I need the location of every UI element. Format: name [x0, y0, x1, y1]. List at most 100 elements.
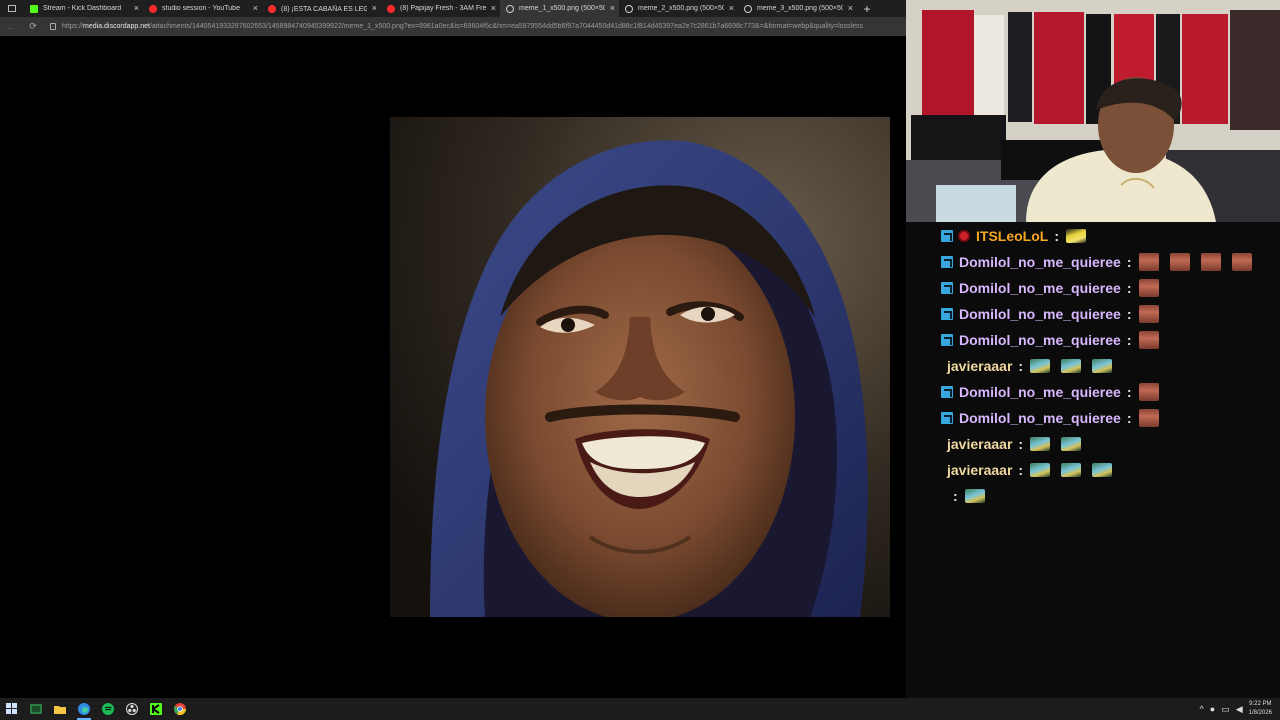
- clock-time: 9:22 PM: [1249, 701, 1272, 707]
- url-text: https://media.discordapp.net/attachments…: [62, 23, 863, 30]
- chat-message: javieraaar:: [944, 434, 1089, 454]
- terminal-app[interactable]: [24, 698, 48, 720]
- verified-badge: [941, 334, 953, 346]
- reload-button[interactable]: ⟳: [22, 21, 44, 32]
- meme-face-illustration: [390, 117, 890, 617]
- chat-message: Domilol_no_me_quieree:: [941, 382, 1167, 402]
- globe-icon: [625, 4, 633, 13]
- face-emote: [1138, 331, 1159, 349]
- chat-message: javieraaar:: [944, 460, 1120, 480]
- chat-username[interactable]: Domilol_no_me_quieree: [959, 280, 1121, 296]
- close-tab-icon[interactable]: ×: [848, 4, 853, 13]
- sleep-emote: [1092, 463, 1113, 477]
- chat-username[interactable]: javieraaar: [947, 358, 1012, 374]
- new-tab-button[interactable]: +: [857, 0, 877, 17]
- edge-browser-icon: [78, 703, 90, 715]
- browser-tab[interactable]: studio session - YouTube ×: [143, 0, 262, 17]
- close-tab-icon[interactable]: ×: [372, 4, 377, 13]
- verified-badge: [941, 308, 953, 320]
- youtube-icon: [268, 4, 276, 13]
- tab-title: studio session - YouTube: [162, 5, 240, 12]
- url-field[interactable]: https://media.discordapp.net/attachments…: [50, 20, 888, 33]
- close-tab-icon[interactable]: ×: [729, 4, 734, 13]
- browser-tab[interactable]: (8) Papijay Fresh - 3AM FreeStyle ×: [381, 0, 500, 17]
- obs-icon: [126, 703, 138, 715]
- windows-start-button[interactable]: [0, 698, 24, 720]
- browser-tab[interactable]: (8) ¡ESTA CABAÑA ES LEGAL? 😳 ×: [262, 0, 381, 17]
- face-emote: [1138, 253, 1159, 271]
- url-path: /attachments/1440541933297602653/1458984…: [149, 23, 864, 30]
- windows-taskbar: ^ ● ▭ ◀ 9:22 PM 1/8/2026: [0, 698, 1280, 720]
- face-emote: [1231, 253, 1252, 271]
- browser-tab[interactable]: meme_3_x500.png (500×500) ×: [738, 0, 857, 17]
- sleep-emote: [1030, 437, 1051, 451]
- chat-username[interactable]: Domilol_no_me_quieree: [959, 254, 1121, 270]
- chat-separator: :: [1126, 254, 1132, 270]
- microphone-icon[interactable]: ●: [1210, 704, 1215, 714]
- chat-separator: :: [1054, 228, 1059, 244]
- browser-tab[interactable]: meme_2_x500.png (500×500) ×: [619, 0, 738, 17]
- address-bar: ← → ⟳ https://media.discordapp.net/attac…: [0, 17, 906, 36]
- chat-username[interactable]: Domilol_no_me_quieree: [959, 332, 1121, 348]
- chat-username[interactable]: javieraaar: [947, 436, 1012, 452]
- site-info-icon[interactable]: [50, 23, 56, 30]
- terminal-icon: [30, 704, 42, 714]
- chat-username[interactable]: javieraaar: [947, 462, 1012, 478]
- chat-username[interactable]: Domilol_no_me_quieree: [959, 410, 1121, 426]
- chat-username[interactable]: ITSLeoLoL: [976, 228, 1048, 244]
- chat-username[interactable]: Domilol_no_me_quieree: [959, 384, 1121, 400]
- chrome-app[interactable]: [168, 698, 192, 720]
- chat-separator: :: [1126, 410, 1132, 426]
- chat-message: Domilol_no_me_quieree:: [941, 304, 1167, 324]
- close-tab-icon[interactable]: ×: [491, 4, 496, 13]
- back-button[interactable]: ←: [0, 22, 22, 32]
- verified-badge: [941, 282, 953, 294]
- windows-start-icon: [6, 703, 17, 714]
- face-emote: [1138, 279, 1159, 297]
- tab-title: meme_3_x500.png (500×500): [757, 5, 843, 12]
- network-icon[interactable]: ▭: [1221, 704, 1230, 715]
- chat-message: ITSLeoLoL:: [941, 226, 1094, 246]
- spotify-icon: [102, 703, 114, 715]
- close-tab-icon[interactable]: ×: [253, 4, 258, 13]
- kick-app[interactable]: [144, 698, 168, 720]
- tray-overflow-chevron-icon[interactable]: ^: [1200, 704, 1204, 714]
- sleep-emote: [1061, 463, 1082, 477]
- chat-message: :: [944, 486, 993, 506]
- close-tab-icon[interactable]: ×: [610, 4, 615, 13]
- clock[interactable]: 9:22 PM 1/8/2026: [1249, 700, 1272, 718]
- chrome-icon: [174, 703, 186, 715]
- tab-title: meme_1_x500.png (500×500): [519, 5, 605, 12]
- kick-icon: [30, 4, 38, 13]
- chat-separator: :: [1018, 436, 1024, 452]
- face-emote: [1138, 305, 1159, 323]
- clock-date: 1/8/2026: [1248, 710, 1272, 716]
- face-emote: [1138, 409, 1159, 427]
- kick-icon: [150, 703, 162, 715]
- spotify-app[interactable]: [96, 698, 120, 720]
- edge-browser-app[interactable]: [72, 698, 96, 720]
- browser-tab[interactable]: meme_1_x500.png (500×500) ×: [500, 0, 619, 17]
- volume-icon[interactable]: ◀: [1236, 704, 1243, 715]
- tab-search-button[interactable]: [0, 0, 24, 17]
- chat-overlay: ITSLeoLoL: Domilol_no_me_quieree: Domilol_…: [906, 222, 1280, 698]
- sleep-emote: [964, 489, 985, 503]
- chat-separator: :: [1126, 384, 1132, 400]
- browser-tab[interactable]: Stream - Kick Dashboard ×: [24, 0, 143, 17]
- url-scheme: https://: [62, 23, 84, 30]
- url-host: media.discordapp.net: [83, 23, 150, 30]
- chat-message: javieraaar:: [944, 356, 1120, 376]
- chat-username[interactable]: Domilol_no_me_quieree: [959, 306, 1121, 322]
- file-explorer-app[interactable]: [48, 698, 72, 720]
- chat-separator: :: [1018, 462, 1024, 478]
- sleep-emote: [1061, 437, 1082, 451]
- dance-emote: [1066, 229, 1086, 243]
- sleep-emote: [1030, 463, 1051, 477]
- file-explorer-icon: [54, 706, 66, 714]
- chat-message: Domilol_no_me_quieree:: [941, 330, 1167, 350]
- tab-title: (8) Papijay Fresh - 3AM FreeStyle: [400, 5, 486, 12]
- verified-badge: [941, 256, 953, 268]
- obs-app[interactable]: [120, 698, 144, 720]
- globe-icon: [744, 4, 752, 13]
- close-tab-icon[interactable]: ×: [134, 4, 139, 13]
